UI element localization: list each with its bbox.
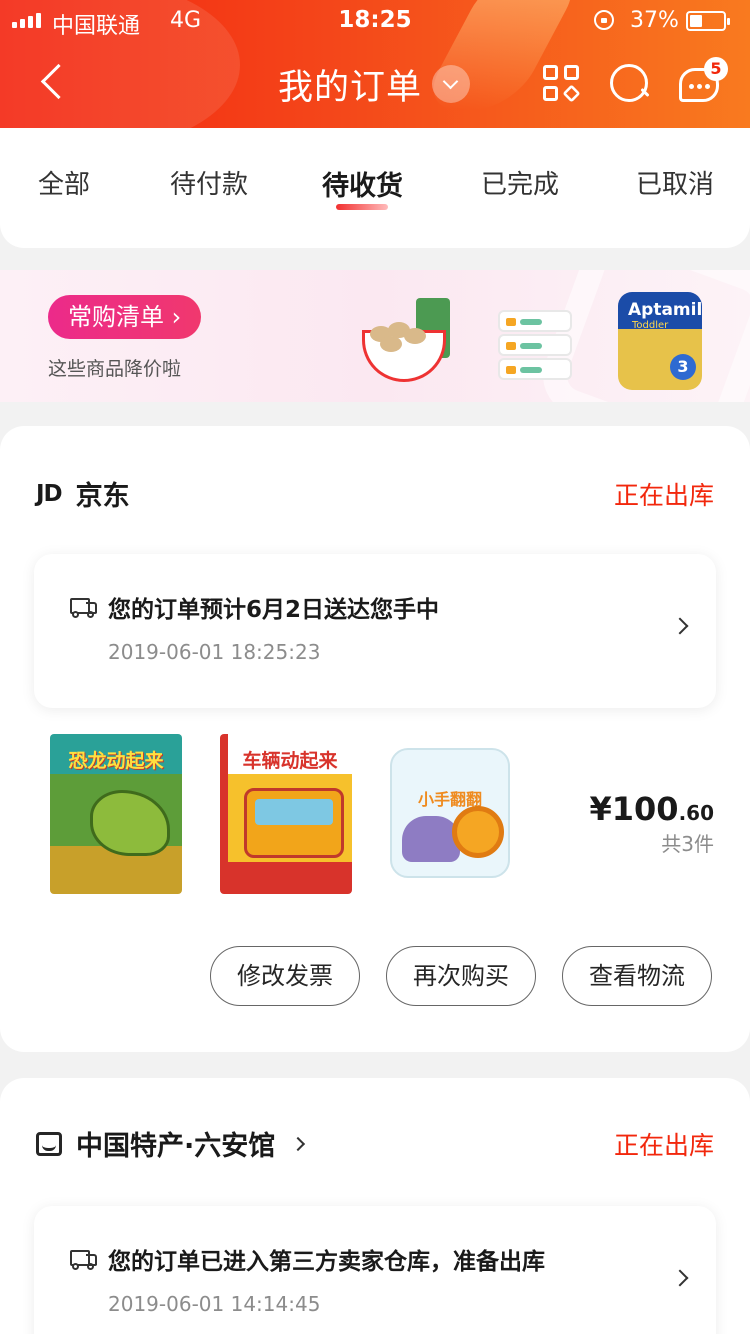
tab-pending-receipt[interactable]: 待收货 <box>322 164 403 203</box>
battery-percent: 37% <box>630 8 679 33</box>
item-count: 共3件 <box>661 832 714 856</box>
aptamil-stage: 3 <box>670 354 696 380</box>
view-logistics-button[interactable]: 查看物流 <box>562 946 712 1006</box>
tracking-message: 您的订单已进入第三方卖家仓库，准备出库 <box>108 1249 545 1275</box>
promo-subtitle: 这些商品降价啦 <box>48 358 182 380</box>
product-wipes-image[interactable] <box>494 292 588 386</box>
order-card[interactable]: JD 京东 正在出库 您的订单预计6月2日送达您手中 2019-06-01 18… <box>0 426 750 1052</box>
search-icon[interactable] <box>610 64 650 104</box>
tracking-time: 2019-06-01 18:25:23 <box>108 640 321 664</box>
shop-name[interactable]: 中国特产·六安馆 <box>36 1124 306 1163</box>
frequent-list-button[interactable]: 常购清单 › <box>48 295 202 339</box>
truck-icon <box>70 596 98 618</box>
item-title: 小手翻翻 <box>417 790 482 809</box>
truck-icon <box>70 1248 98 1270</box>
chevron-right-icon <box>291 1136 306 1151</box>
header-bar: 中国联通 4G 18:25 37% 我的订单 5 <box>0 0 750 128</box>
item-image-dinosaur-book[interactable]: 恐龙动起来 <box>50 734 182 894</box>
buy-again-button[interactable]: 再次购买 <box>386 946 536 1006</box>
item-title: 恐龙动起来 <box>68 750 164 772</box>
order-status: 正在出库 <box>613 481 714 510</box>
aptamil-sub: Toddler <box>632 320 669 331</box>
message-badge: 5 <box>704 57 728 81</box>
shop-name[interactable]: JD 京东 <box>36 474 130 513</box>
battery-icon <box>686 11 730 31</box>
rotation-lock-icon <box>594 10 614 30</box>
product-pistachio-image[interactable] <box>360 292 454 386</box>
delivery-tracking[interactable]: 您的订单已进入第三方卖家仓库，准备出库 2019-06-01 14:14:45 <box>34 1206 716 1334</box>
category-grid-icon[interactable] <box>543 65 581 103</box>
chevron-right-icon <box>671 1269 689 1287</box>
order-status: 正在出库 <box>613 1131 714 1160</box>
shop-label: 中国特产·六安馆 <box>76 1131 276 1162</box>
page-title: 我的订单 <box>278 67 423 108</box>
order-tabs: 全部 待付款 待收货 已完成 已取消 <box>0 128 750 248</box>
tab-all[interactable]: 全部 <box>38 164 90 201</box>
shop-label: 京东 <box>75 481 130 512</box>
chevron-right-icon <box>671 617 689 635</box>
delivery-tracking[interactable]: 您的订单预计6月2日送达您手中 2019-06-01 18:25:23 <box>34 554 716 708</box>
item-title: 车辆动起来 <box>242 750 338 772</box>
aptamil-brand: Aptamil <box>628 300 703 320</box>
tracking-time: 2019-06-01 14:14:45 <box>108 1292 321 1316</box>
jd-logo: JD <box>36 480 63 507</box>
tab-completed[interactable]: 已完成 <box>481 164 559 201</box>
tab-pending-payment[interactable]: 待付款 <box>170 164 248 201</box>
order-card[interactable]: 中国特产·六安馆 正在出库 您的订单已进入第三方卖家仓库，准备出库 2019-0… <box>0 1078 750 1334</box>
store-icon <box>36 1131 62 1156</box>
status-bar: 中国联通 4G 18:25 37% <box>0 0 750 42</box>
tracking-message: 您的订单预计6月2日送达您手中 <box>108 597 440 623</box>
active-tab-indicator <box>336 204 388 210</box>
order-total-price: ¥100.60 <box>589 790 715 828</box>
chevron-down-icon <box>432 65 471 103</box>
back-button[interactable] <box>36 64 76 104</box>
tab-cancelled[interactable]: 已取消 <box>636 164 714 201</box>
item-image-vehicle-book[interactable]: 车辆动起来 <box>220 734 352 894</box>
modify-invoice-button[interactable]: 修改发票 <box>210 946 360 1006</box>
title-dropdown[interactable]: 我的订单 <box>278 62 471 108</box>
promo-banner[interactable]: 常购清单 › 这些商品降价啦 Aptamil Toddler 3 <box>0 270 750 402</box>
item-image-baby-book[interactable]: 小手翻翻 <box>390 748 510 878</box>
product-aptamil-image[interactable]: Aptamil Toddler 3 <box>612 292 706 390</box>
